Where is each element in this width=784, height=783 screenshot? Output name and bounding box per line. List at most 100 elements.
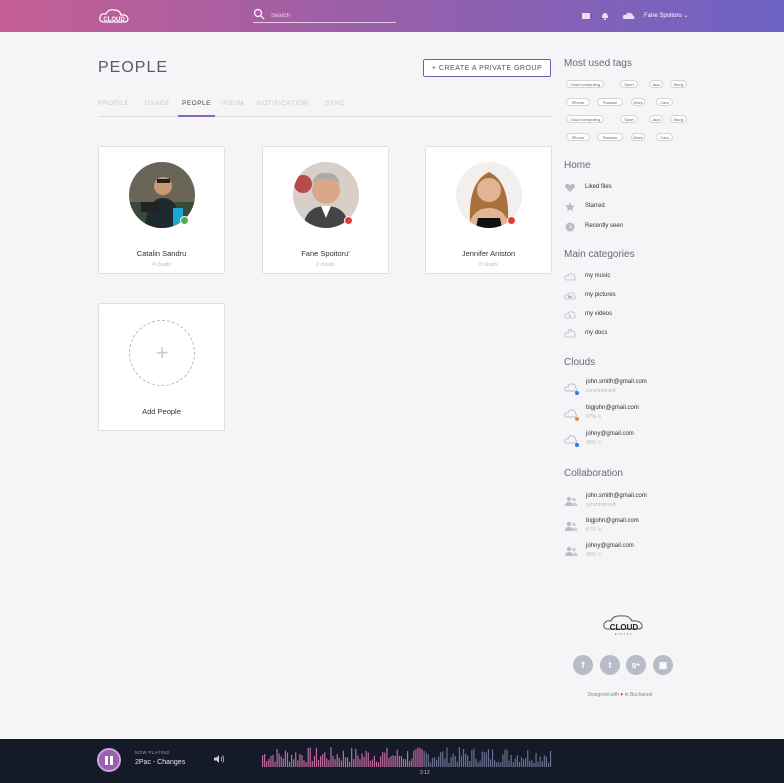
tag-chip[interactable]: Passion bbox=[597, 98, 623, 106]
waveform-bar bbox=[293, 759, 295, 767]
tag-chip[interactable]: Study bbox=[670, 80, 687, 88]
tag-chip[interactable]: iPhone bbox=[566, 98, 590, 106]
collaboration-item[interactable]: johny@gmail.com 95% ↻ bbox=[564, 543, 734, 563]
waveform-bar bbox=[402, 758, 405, 767]
facebook-icon[interactable]: f bbox=[573, 655, 593, 675]
tag-chip[interactable]: Cloud computing bbox=[566, 80, 604, 88]
waveform-bar bbox=[425, 752, 427, 767]
twitter-icon[interactable]: t bbox=[600, 655, 620, 675]
tab-usage[interactable]: USAGE bbox=[145, 100, 170, 117]
waveform-bar bbox=[394, 755, 396, 767]
waveform-bar bbox=[549, 750, 552, 767]
tab-sync[interactable]: SYNC bbox=[325, 100, 345, 117]
track-title: 2Pac - Changes bbox=[135, 759, 186, 766]
waveform-bar bbox=[371, 759, 373, 767]
search-bar[interactable] bbox=[253, 8, 396, 23]
waveform-bar bbox=[305, 762, 307, 767]
cloud-account-item[interactable]: john.smith@gmail.com synchronised bbox=[564, 379, 734, 399]
waveform-bar bbox=[520, 757, 523, 767]
person-name: Fane Spoitoru' bbox=[301, 249, 350, 258]
home-title: Home bbox=[564, 160, 591, 171]
waveform-bar bbox=[276, 748, 278, 767]
volume-icon[interactable] bbox=[213, 753, 225, 765]
cloud-account-item[interactable]: bigjohn@gmail.com 67% ↻ bbox=[564, 405, 734, 425]
tag-chip[interactable]: iPhone bbox=[566, 133, 590, 141]
waveform-bar bbox=[274, 761, 276, 767]
tag-chip[interactable]: Work bbox=[631, 98, 645, 106]
waveform-bar bbox=[465, 753, 467, 767]
inbox-icon[interactable] bbox=[581, 11, 591, 21]
collaboration-item[interactable]: john.smith@gmail.com synchronised bbox=[564, 493, 734, 513]
user-menu[interactable]: Fane Spoitoru ⌄ bbox=[644, 12, 688, 19]
waveform-bar bbox=[299, 754, 301, 767]
cloud-icon[interactable] bbox=[622, 11, 635, 21]
person-card[interactable]: Fane Spoitoru' 2 clouds bbox=[262, 146, 389, 274]
waveform-progress[interactable] bbox=[262, 745, 552, 769]
waveform-bar bbox=[496, 762, 498, 767]
tab-people[interactable]: PEOPLE bbox=[178, 100, 216, 117]
tag-chip[interactable]: Sport bbox=[620, 80, 638, 88]
waveform-bar bbox=[444, 758, 446, 767]
add-people-card[interactable]: + Add People bbox=[98, 303, 225, 431]
waveform-bar bbox=[346, 757, 349, 767]
cloud-account-item[interactable]: johny@gmail.com 95% ↻ bbox=[564, 431, 734, 451]
tag-chip[interactable]: Cars bbox=[656, 98, 673, 106]
waveform-bar bbox=[351, 748, 353, 767]
tab-bar: PROFILE USAGE PEOPLE IPSUM NOTIFICATION … bbox=[98, 98, 552, 117]
cloud-email: john.smith@gmail.com bbox=[586, 379, 647, 385]
credit-text: in Bucharest bbox=[624, 692, 653, 698]
cloud-logo[interactable]: CLOUD bbox=[98, 7, 130, 25]
sidebar-item-label: Starred bbox=[585, 203, 605, 209]
sync-status: synchronised bbox=[586, 502, 616, 508]
waveform-bar bbox=[373, 755, 376, 767]
users-icon bbox=[565, 546, 578, 556]
add-people-button[interactable]: + bbox=[129, 320, 195, 386]
waveform-bar bbox=[278, 753, 280, 767]
waveform-bar bbox=[328, 760, 330, 767]
waveform-bar bbox=[527, 750, 529, 767]
instagram-icon[interactable]: ▣ bbox=[653, 655, 673, 675]
credit-text: Designed with bbox=[587, 692, 619, 698]
waveform-bar bbox=[264, 754, 266, 767]
waveform-bar bbox=[388, 757, 390, 767]
waveform-bar bbox=[367, 752, 369, 767]
person-card[interactable]: Jennifer Aniston 0 clouds bbox=[425, 146, 552, 274]
collaboration-title: Collaboration bbox=[564, 468, 623, 479]
waveform-bar bbox=[431, 757, 434, 767]
waveform-bar bbox=[313, 755, 315, 767]
waveform-bar bbox=[514, 758, 516, 767]
collaboration-item[interactable]: bigjohn@gmail.com 67% ↻ bbox=[564, 518, 734, 538]
waveform-bar bbox=[506, 749, 508, 767]
tag-chip[interactable]: Cars bbox=[656, 133, 673, 141]
tag-chip[interactable]: Sport bbox=[620, 115, 638, 123]
tab-profile[interactable]: PROFILE bbox=[98, 100, 129, 117]
waveform-bar bbox=[502, 754, 504, 767]
waveform-bar bbox=[295, 752, 297, 767]
sync-status: synchronised bbox=[586, 388, 616, 394]
waveform-bar bbox=[338, 757, 340, 767]
tag-chip[interactable]: Study bbox=[670, 115, 687, 123]
tag-chip[interactable]: Cloud computing bbox=[566, 115, 604, 123]
tag-chip[interactable]: Work bbox=[631, 133, 645, 141]
waveform-bar bbox=[307, 747, 309, 767]
sidebar-item-label: Liked files bbox=[585, 184, 612, 190]
track-time: 2:12 bbox=[420, 770, 430, 776]
users-icon bbox=[565, 521, 578, 531]
tag-chip[interactable]: Jazz bbox=[649, 115, 663, 123]
create-private-group-button[interactable]: + CREATE A PRIVATE GROUP bbox=[423, 59, 551, 77]
bell-icon[interactable] bbox=[600, 11, 610, 21]
waveform-bar bbox=[537, 761, 539, 767]
search-input[interactable] bbox=[271, 10, 391, 21]
tag-chip[interactable]: Passion bbox=[597, 133, 623, 141]
tab-notification[interactable]: NOTIFICATION bbox=[257, 100, 308, 117]
person-card[interactable]: Catalin Sandru 4 clouds bbox=[98, 146, 225, 274]
google-plus-icon[interactable]: g+ bbox=[626, 655, 646, 675]
waveform-bar bbox=[268, 759, 270, 767]
waveform-bar bbox=[469, 761, 471, 767]
waveform-bar bbox=[382, 752, 384, 767]
svg-text:CLOUD: CLOUD bbox=[610, 623, 639, 632]
pause-button[interactable] bbox=[97, 748, 121, 772]
tag-chip[interactable]: Jazz bbox=[649, 80, 663, 88]
tab-ipsum[interactable]: IPSUM bbox=[221, 100, 244, 117]
cloud-count: 4 clouds bbox=[152, 262, 171, 268]
